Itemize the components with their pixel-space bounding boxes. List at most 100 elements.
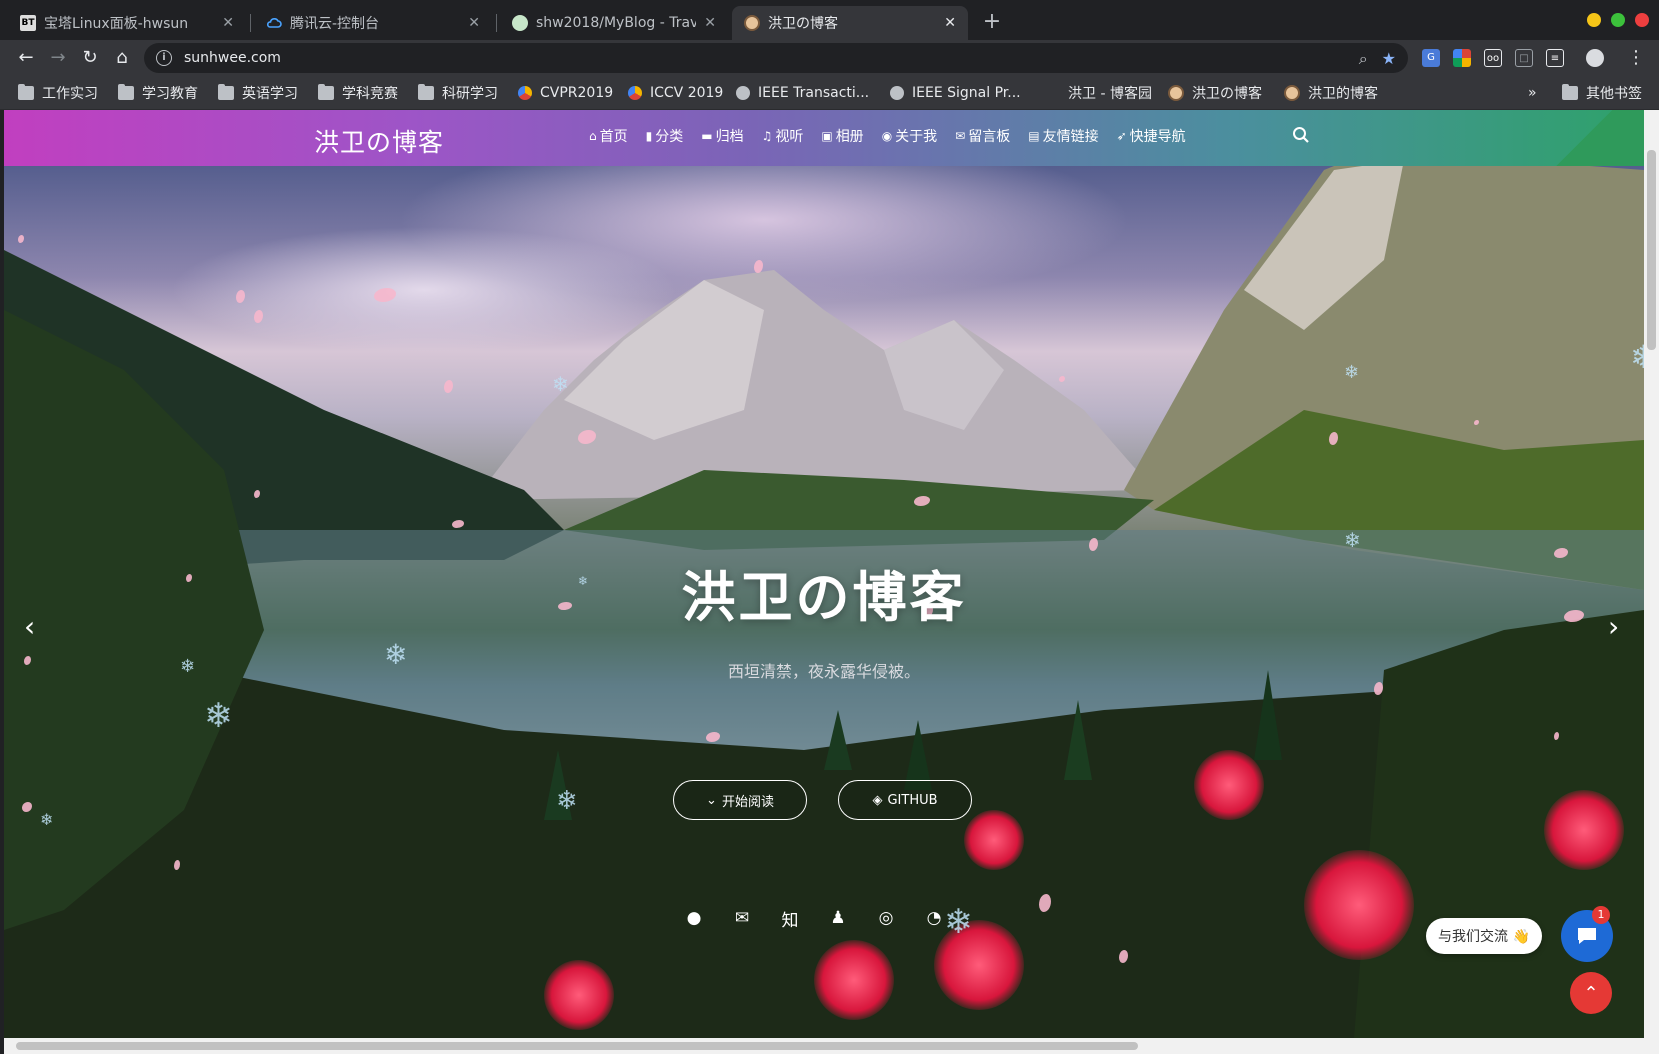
tab-travis[interactable]: shw2018/MyBlog - Travis CI ✕ [500, 6, 728, 40]
nav-media[interactable]: ♫ 视听 [762, 126, 804, 146]
folder-icon [318, 84, 334, 100]
flower [1194, 750, 1264, 820]
bookmark-cvpr[interactable]: CVPR2019 [518, 83, 613, 103]
hero-title: 洪卫の博客 [681, 566, 967, 629]
snowflake: ❄ [552, 372, 569, 396]
nav-about[interactable]: ◉ 关于我 [882, 126, 937, 146]
search-icon[interactable] [1292, 126, 1310, 144]
tab-hongwei-blog[interactable]: 洪卫の博客 ✕ [732, 6, 968, 40]
social-links: ● ✉ 知 ♟ ◎ ◔ [684, 908, 944, 931]
reload-button[interactable]: ↻ [76, 44, 104, 72]
carousel-prev-icon[interactable]: ‹ [24, 610, 35, 643]
start-reading-button[interactable]: ⌄ 开始阅读 [673, 780, 807, 820]
color-extension-icon[interactable] [1453, 49, 1471, 67]
nav-album[interactable]: ▣ 相册 [821, 126, 863, 146]
close-icon[interactable]: ✕ [222, 15, 234, 31]
bookmark-label: ICCV 2019 [650, 85, 724, 101]
github-button[interactable]: ◈ GITHUB [838, 780, 972, 820]
bookmark-icon: ▮ [645, 129, 653, 143]
other-bookmarks[interactable]: 其他书签 [1562, 83, 1642, 103]
chat-prompt-label: 与我们交流 👋 [1438, 929, 1530, 945]
tab-baota[interactable]: BT 宝塔Linux面板-hwsun ✕ [8, 6, 246, 40]
site-logo[interactable]: 洪卫の博客 [314, 123, 444, 159]
bookmark-label: 其他书签 [1586, 86, 1642, 102]
bookmark-hongwei-blog[interactable]: 洪卫の博客 [1168, 83, 1262, 103]
back-button[interactable]: ← [12, 44, 40, 72]
nav-label: 首页 [599, 129, 628, 145]
bookmark-folder[interactable]: 工作实习 [18, 83, 98, 103]
bookmark-folder[interactable]: 英语学习 [218, 83, 298, 103]
envelope-icon: ✉ [955, 129, 966, 143]
close-icon[interactable]: ✕ [944, 15, 956, 31]
zoom-icon[interactable]: ⌕ [1359, 49, 1368, 69]
nav-home[interactable]: ⌂ 首页 [589, 126, 628, 146]
bookmark-ieee-transactions[interactable]: IEEE Transacti... [736, 83, 869, 103]
carousel-next-icon[interactable]: › [1608, 610, 1619, 643]
url-text: sunhwee.com [184, 50, 281, 66]
nav-guestbook[interactable]: ✉ 留言板 [955, 126, 1010, 146]
rss-icon[interactable]: ◔ [924, 908, 944, 928]
forward-button[interactable]: → [44, 44, 72, 72]
minimize-button[interactable] [1587, 13, 1601, 27]
bookmark-iccv[interactable]: ICCV 2019 [628, 83, 723, 103]
snowflake: ❄ [1344, 362, 1360, 383]
tree [1254, 670, 1282, 760]
scroll-thumb[interactable] [16, 1042, 1138, 1050]
chat-prompt-bubble[interactable]: 与我们交流 👋 [1426, 918, 1542, 954]
bookmark-hongwei-blog-2[interactable]: 洪卫的博客 [1284, 83, 1378, 103]
nav-archive[interactable]: ▬ 归档 [701, 126, 743, 146]
snowflake: ❄ [40, 810, 54, 829]
close-window-button[interactable] [1635, 13, 1649, 27]
profile-avatar[interactable] [1586, 49, 1604, 67]
scroll-thumb[interactable] [1647, 150, 1656, 350]
info-icon[interactable]: i [156, 50, 172, 66]
bookmark-folder[interactable]: 学科竞赛 [318, 83, 398, 103]
glasses-extension-icon[interactable]: oo [1484, 49, 1502, 67]
nav-quick-nav[interactable]: ➶ 快捷导航 [1117, 126, 1186, 146]
globe-icon [890, 86, 904, 100]
horizontal-scrollbar[interactable] [4, 1038, 1659, 1054]
chat-icon [1578, 928, 1596, 944]
mail-icon[interactable]: ✉ [732, 908, 752, 928]
close-icon[interactable]: ✕ [704, 15, 716, 31]
nav-label: 视听 [775, 129, 804, 145]
puzzle-extension-icon[interactable]: ≡ [1546, 49, 1564, 67]
qq-icon[interactable]: ♟ [828, 908, 848, 928]
github-icon[interactable]: ● [684, 908, 704, 928]
nav-categories[interactable]: ▮ 分类 [646, 126, 684, 146]
bookmark-star-icon[interactable]: ★ [1382, 49, 1396, 69]
menu-icon[interactable]: ⋮ [1622, 44, 1650, 72]
avatar-icon [1284, 85, 1300, 101]
archive-icon: ▬ [701, 129, 713, 143]
bookmark-cnblogs[interactable]: 洪卫 - 博客园 [1068, 83, 1152, 103]
tab-tencent-cloud[interactable]: 腾讯云-控制台 ✕ [254, 6, 492, 40]
flower [964, 810, 1024, 870]
bookmark-label: 学习教育 [142, 86, 198, 102]
button-label: 开始阅读 [721, 794, 774, 810]
avatar-icon [744, 15, 760, 31]
bookmark-label: IEEE Transacti... [758, 85, 870, 101]
tab-divider [496, 14, 497, 32]
vertical-scrollbar[interactable] [1644, 110, 1659, 1038]
new-tab-button[interactable]: + [978, 8, 1006, 36]
translate-extension-icon[interactable]: G [1422, 49, 1440, 67]
site-menu: ⌂ 首页 ▮ 分类 ▬ 归档 ♫ 视听 ▣ 相册 ◉ 关于我 ✉ 留言板 ▤ 友情链接 ➶ 快捷导… [589, 126, 1186, 146]
weibo-icon[interactable]: ◎ [876, 908, 896, 928]
bookmark-folder[interactable]: 科研学习 [418, 83, 498, 103]
address-bar[interactable]: i sunhwee.com ⌕ ★ [144, 43, 1408, 73]
screenshot-extension-icon[interactable]: □ [1515, 49, 1533, 67]
back-to-top-button[interactable]: ⌃ [1570, 972, 1612, 1014]
bookmark-folder[interactable]: 学习教育 [118, 83, 198, 103]
maximize-button[interactable] [1611, 13, 1625, 27]
bookmark-ieee-signal[interactable]: IEEE Signal Pr... [890, 83, 1021, 103]
folder-icon [1562, 84, 1578, 100]
bookmarks-overflow-button[interactable]: » [1528, 83, 1537, 103]
bookmark-label: CVPR2019 [540, 85, 614, 101]
nav-friend-links[interactable]: ▤ 友情链接 [1028, 126, 1098, 146]
nav-label: 快捷导航 [1129, 129, 1186, 145]
overflow-chevron-icon: » [1528, 85, 1537, 101]
bookmark-label: 洪卫 - 博客园 [1068, 86, 1152, 102]
zhihu-icon[interactable]: 知 [780, 908, 800, 931]
close-icon[interactable]: ✕ [468, 15, 480, 31]
home-button[interactable]: ⌂ [108, 44, 136, 72]
